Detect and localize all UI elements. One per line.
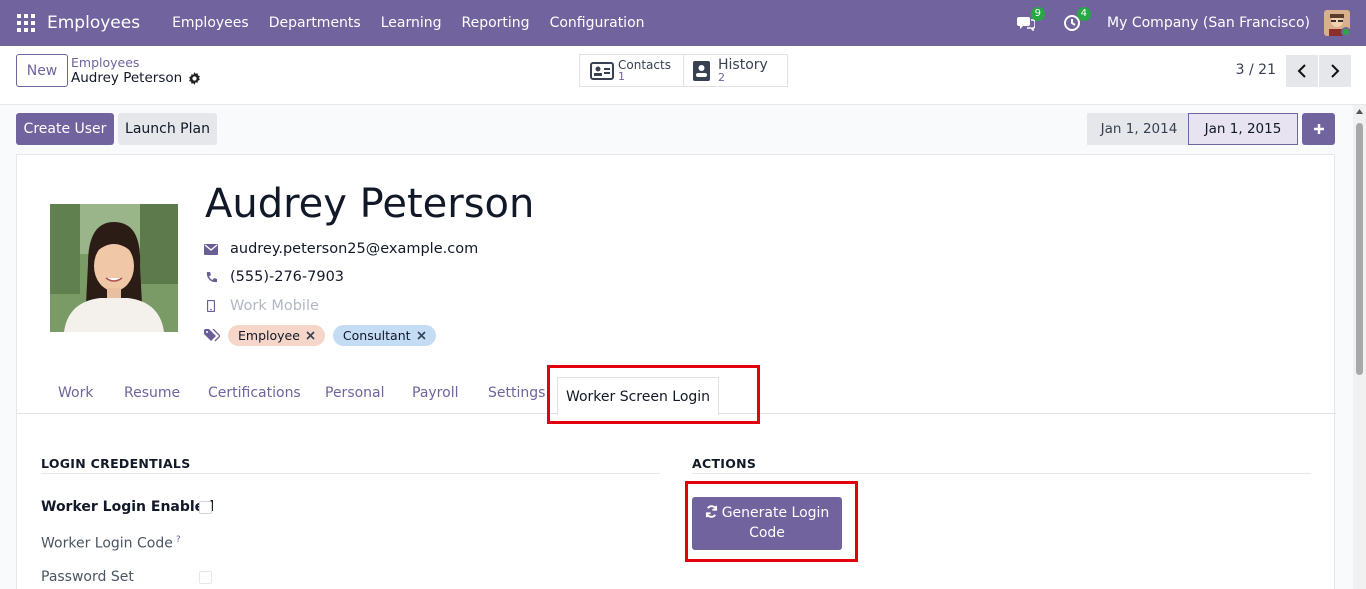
activities-button[interactable]: 4 [1061, 7, 1092, 34]
worker-login-code-label: Worker Login Code? [41, 535, 181, 552]
menu-employees[interactable]: Employees [162, 15, 259, 31]
login-credentials-title: LOGIN CREDENTIALS [41, 456, 191, 471]
scrollbar-thumb[interactable] [1356, 123, 1363, 375]
breadcrumb-current: Audrey Peterson [71, 70, 201, 86]
breadcrumb-current-label: Audrey Peterson [71, 70, 183, 86]
create-user-button[interactable]: Create User [16, 113, 114, 145]
close-icon[interactable] [416, 331, 426, 340]
tags-row: Employee Consultant [204, 325, 436, 346]
add-stage-button[interactable] [1302, 113, 1335, 145]
control-panel: New Employees Audrey Peterson Contacts 1… [0, 46, 1366, 105]
chevron-right-icon [1331, 64, 1340, 78]
menu-reporting[interactable]: Reporting [452, 15, 540, 31]
main-menu: Employees Departments Learning Reporting… [162, 15, 654, 31]
pager-previous-button[interactable] [1286, 55, 1318, 87]
tag-consultant: Consultant [332, 325, 436, 346]
work-email-field[interactable]: audrey.peterson25@example.com [230, 241, 478, 257]
tag-employee: Employee [228, 325, 325, 346]
actions-divider [692, 473, 1311, 474]
work-mobile-row: Work Mobile [204, 298, 319, 314]
close-icon[interactable] [306, 331, 315, 340]
employee-name[interactable]: Audrey Peterson [205, 181, 534, 227]
envelope-icon [204, 243, 218, 255]
tag-consultant-label: Consultant [342, 328, 411, 343]
online-status-dot [1341, 27, 1350, 36]
plus-icon [1313, 124, 1324, 134]
contacts-smart-button[interactable]: Contacts 1 [579, 54, 685, 87]
password-set-label: Password Set [41, 569, 134, 585]
messages-button[interactable]: 9 [1015, 7, 1046, 34]
launch-plan-button[interactable]: Launch Plan [118, 113, 217, 145]
employee-photo[interactable] [50, 204, 178, 332]
work-phone-field[interactable]: (555)-276-7903 [230, 269, 344, 285]
tag-employee-label: Employee [238, 328, 300, 343]
work-phone-row: (555)-276-7903 [204, 269, 344, 285]
app-brand[interactable]: Employees [47, 13, 140, 33]
user-avatar[interactable] [1324, 10, 1350, 36]
worker-login-enabled-checkbox[interactable] [199, 501, 212, 514]
contacts-value: 1 [618, 70, 625, 83]
work-email-row: audrey.peterson25@example.com [204, 241, 478, 257]
tab-resume[interactable]: Resume [124, 385, 180, 401]
contacts-label: Contacts [618, 58, 671, 72]
gear-icon[interactable] [188, 71, 201, 85]
chevron-left-icon [1297, 64, 1306, 78]
history-label: History [718, 57, 768, 73]
menu-learning[interactable]: Learning [371, 15, 452, 31]
tab-work[interactable]: Work [58, 385, 93, 401]
highlight-box-generate [685, 481, 858, 562]
highlight-box-tab [547, 365, 760, 424]
navbar-systray: 9 4 My Company (San Francisco) [1015, 0, 1366, 46]
pager-value[interactable]: 3 / 21 [1236, 62, 1276, 78]
menu-configuration[interactable]: Configuration [540, 15, 655, 31]
user-history-icon [693, 60, 710, 81]
stage-jan-2014[interactable]: Jan 1, 2014 [1087, 113, 1191, 145]
breadcrumb-parent[interactable]: Employees [71, 55, 139, 70]
company-switcher[interactable]: My Company (San Francisco) [1107, 15, 1310, 31]
help-tooltip-icon[interactable]: ? [176, 535, 181, 545]
work-mobile-field[interactable]: Work Mobile [230, 298, 319, 314]
scroll-up-arrow-icon[interactable] [1356, 109, 1363, 114]
apps-grid-icon[interactable] [17, 14, 35, 32]
tab-settings[interactable]: Settings [488, 385, 545, 401]
pager-next-button[interactable] [1319, 55, 1351, 87]
stage-jan-2015[interactable]: Jan 1, 2015 [1188, 113, 1298, 145]
top-navbar: Employees Employees Departments Learning… [0, 0, 1366, 46]
address-card-icon [590, 61, 614, 80]
activities-count-badge: 4 [1076, 7, 1092, 21]
new-button[interactable]: New [16, 54, 68, 87]
tags-icon [204, 329, 220, 342]
history-value: 2 [718, 71, 725, 84]
history-smart-button[interactable]: History 2 [683, 54, 788, 87]
tab-payroll[interactable]: Payroll [412, 385, 458, 401]
mobile-icon [207, 300, 215, 312]
worker-login-code-text: Worker Login Code [41, 535, 173, 552]
actions-title: ACTIONS [692, 456, 757, 471]
password-set-checkbox [199, 571, 212, 584]
login-credentials-divider [41, 473, 660, 474]
messages-count-badge: 9 [1030, 7, 1046, 21]
menu-departments[interactable]: Departments [259, 15, 371, 31]
page-scrollbar[interactable] [1353, 105, 1366, 589]
tab-personal[interactable]: Personal [325, 385, 385, 401]
tab-certifications[interactable]: Certifications [208, 385, 301, 401]
worker-login-enabled-label: Worker Login Enabled [41, 499, 215, 515]
phone-icon [206, 271, 217, 282]
